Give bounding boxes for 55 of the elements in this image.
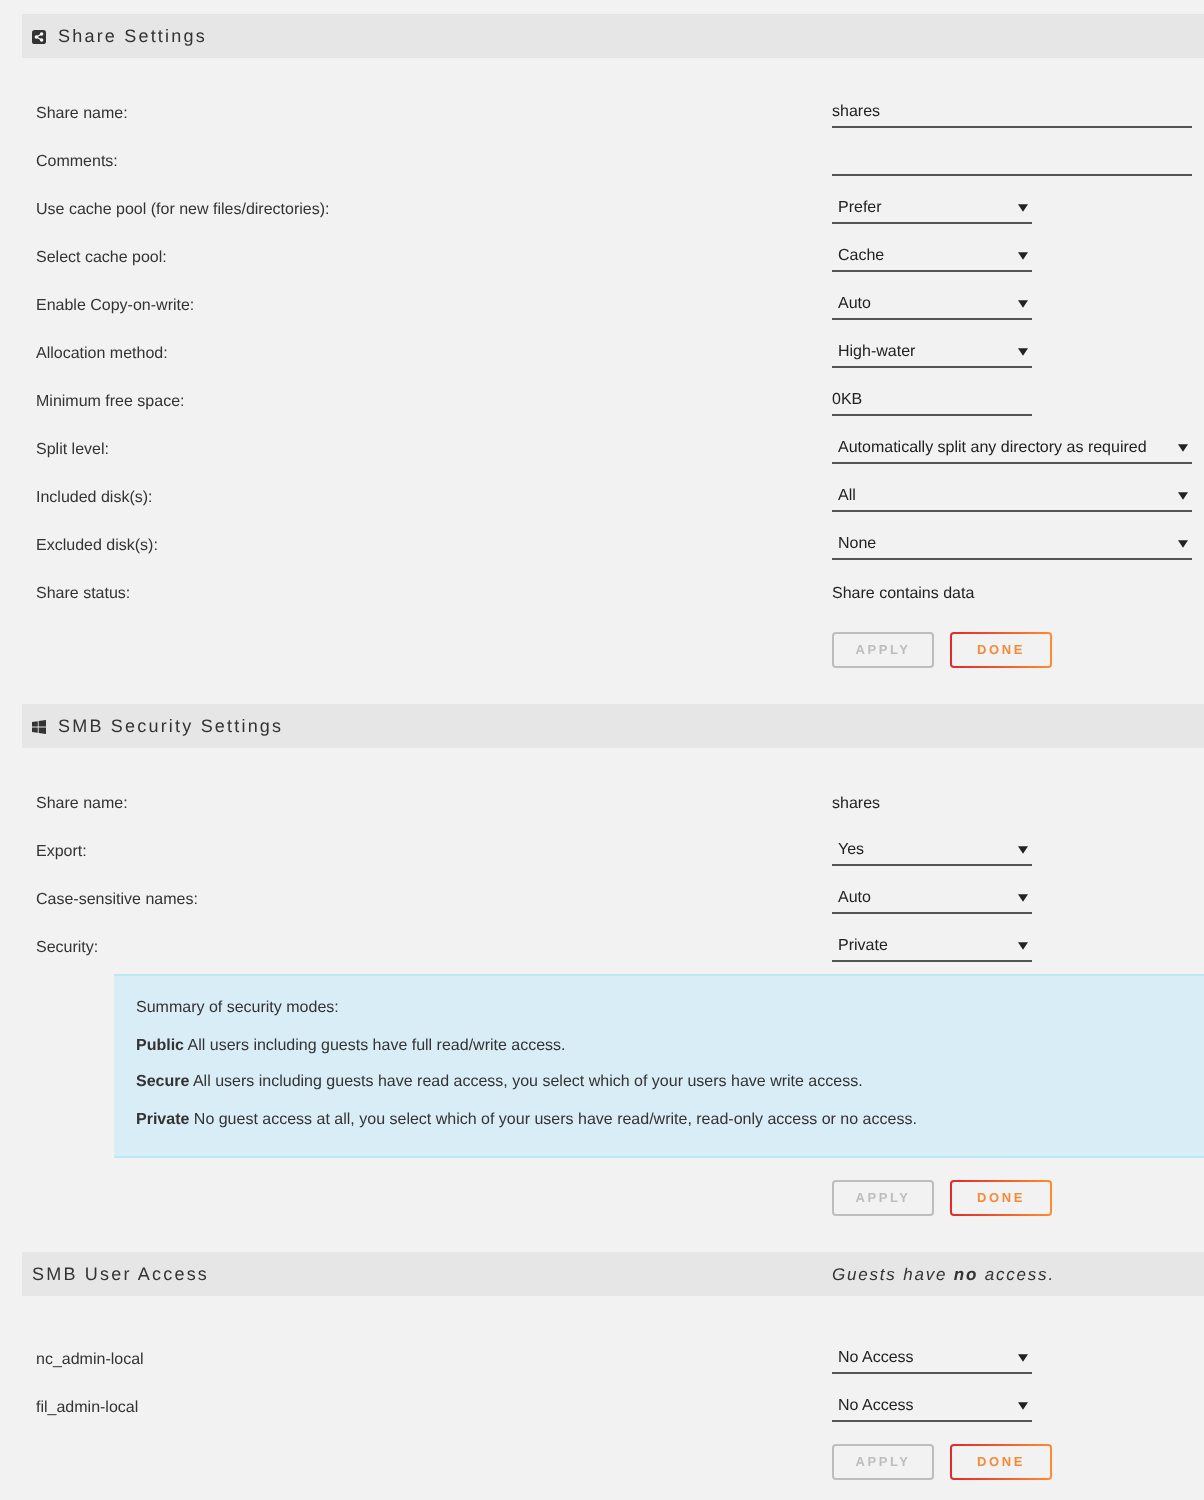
access-note: Guests have no access. — [832, 1264, 1055, 1285]
dropdown[interactable]: Automatically split any directory as required — [832, 432, 1192, 464]
field-label: fil_admin-local — [36, 1397, 139, 1416]
field-label: nc_admin-local — [36, 1349, 144, 1368]
field-label: Case-sensitive names: — [36, 889, 198, 907]
value-text: shares — [832, 793, 881, 811]
field-label: Security: — [36, 937, 99, 955]
caret-icon — [1018, 347, 1028, 355]
field-label: Share name: — [36, 793, 128, 811]
dropdown[interactable]: All — [832, 480, 1192, 512]
field-label: Export: — [36, 841, 87, 859]
field-label: Comments: — [36, 151, 118, 169]
field-label: Included disk(s): — [36, 487, 153, 505]
dropdown[interactable]: High-water — [832, 336, 1032, 368]
field-label: Minimum free space: — [36, 391, 185, 409]
dropdown[interactable]: Auto — [832, 882, 1032, 914]
caret-icon — [1018, 845, 1028, 853]
mode-description: Secure All users including guests have read access, you select which of your users have write access. — [136, 1070, 865, 1095]
caret-icon — [1178, 443, 1188, 451]
four-tiles-icon — [32, 719, 46, 733]
text-input[interactable]: 0KB — [832, 384, 1032, 416]
caret-icon — [1018, 299, 1028, 307]
mode-description: Public All users including guests have full read/write access. — [136, 1033, 568, 1058]
dropdown[interactable]: Cache — [832, 240, 1032, 272]
share-icon — [32, 29, 46, 43]
caret-icon — [1178, 491, 1188, 499]
field-label: Use cache pool (for new files/directories): — [36, 199, 330, 217]
summary-heading: Summary of security modes: — [136, 996, 341, 1020]
dropdown[interactable]: Private — [832, 930, 1032, 962]
field-label: Split level: — [36, 439, 109, 457]
value-text: Share contains data — [832, 583, 975, 601]
dropdown[interactable]: No Access — [832, 1390, 1032, 1423]
caret-icon — [1018, 203, 1028, 211]
caret-icon — [1018, 893, 1028, 901]
dropdown[interactable]: No Access — [832, 1342, 1032, 1375]
field-label: Excluded disk(s): — [36, 535, 158, 553]
dropdown[interactable]: Auto — [832, 288, 1032, 320]
field-label: Share status: — [36, 583, 131, 601]
section-title: Share Settings — [58, 26, 207, 46]
field-label: Enable Copy-on-write: — [36, 295, 195, 313]
dropdown[interactable]: Prefer — [832, 192, 1032, 224]
section-title: SMB Security Settings — [58, 716, 284, 736]
field-label: Share name: — [36, 103, 128, 121]
dropdown[interactable]: None — [832, 528, 1192, 560]
section-title: SMB User Access — [32, 1264, 210, 1285]
caret-icon — [1178, 539, 1188, 547]
caret-icon — [1018, 1401, 1028, 1410]
field-label: Select cache pool: — [36, 247, 167, 265]
caret-icon — [1018, 1353, 1028, 1362]
caret-icon — [1018, 941, 1028, 949]
caret-icon — [1018, 251, 1028, 259]
dropdown[interactable]: Yes — [832, 834, 1032, 866]
text-input[interactable]: shares — [832, 96, 1192, 128]
field-label: Allocation method: — [36, 343, 168, 361]
mode-description: Private No guest access at all, you select which of your users have read/write, read-only access or no access. — [136, 1107, 919, 1132]
